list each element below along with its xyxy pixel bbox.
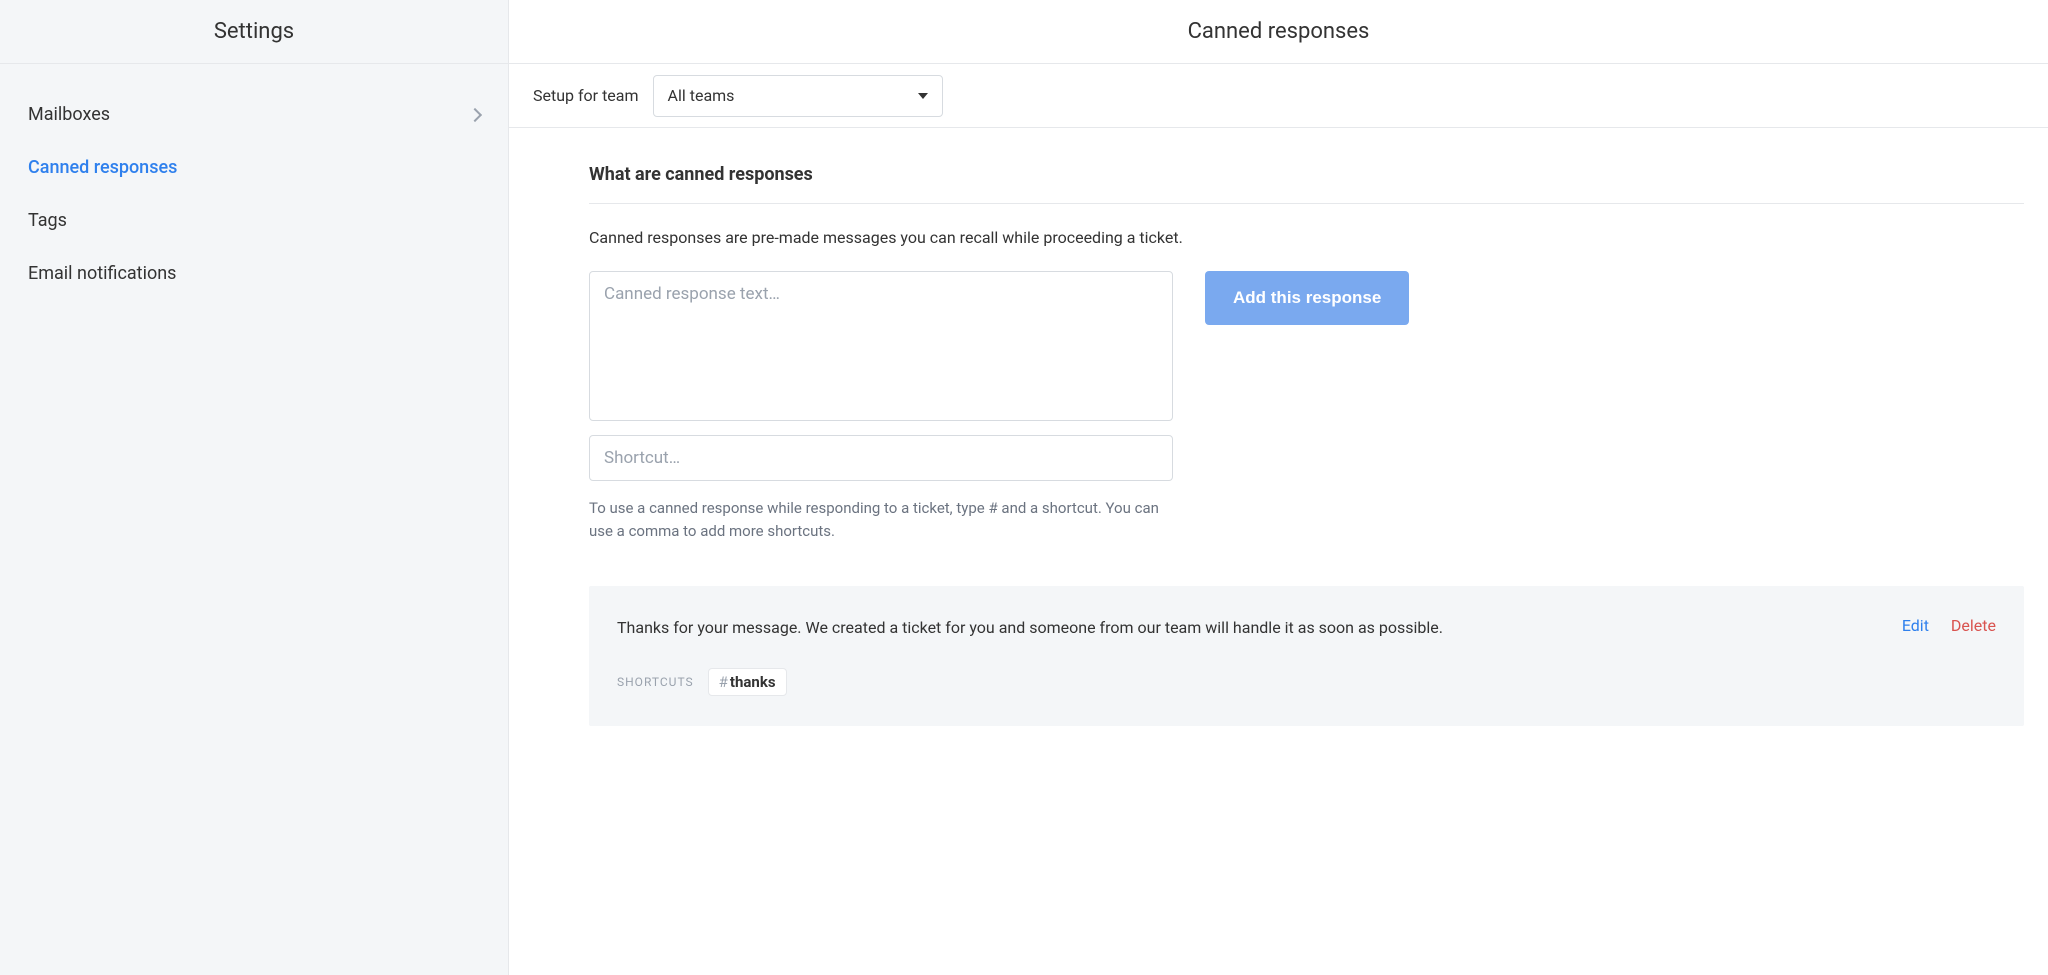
section-description: Canned responses are pre-made messages y… [589, 228, 2024, 247]
sidebar-item-label: Tags [28, 210, 67, 231]
sidebar-nav: Mailboxes Canned responses Tags Email no… [0, 64, 508, 324]
main-header: Canned responses [509, 0, 2048, 64]
existing-response-body: Thanks for your message. We created a ti… [617, 616, 1878, 696]
add-response-button[interactable]: Add this response [1205, 271, 1409, 325]
existing-response-text: Thanks for your message. We created a ti… [617, 616, 1878, 640]
sidebar-item-label: Mailboxes [28, 104, 110, 125]
sidebar-item-tags[interactable]: Tags [0, 194, 508, 247]
caret-down-icon [918, 93, 928, 99]
chevron-right-icon [468, 107, 482, 121]
edit-link[interactable]: Edit [1902, 616, 1929, 635]
section-title: What are canned responses [589, 164, 2024, 204]
settings-sidebar: Settings Mailboxes Canned responses Tags… [0, 0, 509, 975]
sidebar-title: Settings [214, 19, 294, 44]
sidebar-item-label: Email notifications [28, 263, 176, 284]
page-title: Canned responses [1188, 19, 1370, 44]
existing-response-item: Thanks for your message. We created a ti… [589, 586, 2024, 726]
existing-response-actions: Edit Delete [1902, 616, 1996, 635]
team-toolbar: Setup for team All teams [509, 64, 2048, 128]
canned-response-textarea[interactable] [589, 271, 1173, 421]
team-select[interactable]: All teams [653, 75, 943, 117]
shortcut-name: thanks [730, 673, 776, 691]
setup-for-team-label: Setup for team [533, 86, 639, 105]
shortcut-help-text: To use a canned response while respondin… [589, 497, 1173, 542]
existing-responses-list: Thanks for your message. We created a ti… [589, 586, 2024, 726]
team-select-value: All teams [668, 86, 735, 105]
sidebar-header: Settings [0, 0, 508, 64]
shortcuts-row: SHORTCUTS # thanks [617, 668, 1878, 696]
sidebar-item-label: Canned responses [28, 157, 177, 178]
sidebar-item-email-notifications[interactable]: Email notifications [0, 247, 508, 300]
sidebar-item-mailboxes[interactable]: Mailboxes [0, 88, 508, 141]
form-fields: To use a canned response while respondin… [589, 271, 1173, 542]
content-area: What are canned responses Canned respons… [509, 128, 2048, 762]
new-response-form: To use a canned response while respondin… [589, 271, 2024, 542]
hash-icon: # [719, 673, 728, 691]
shortcuts-label: SHORTCUTS [617, 675, 694, 689]
main-panel: Canned responses Setup for team All team… [509, 0, 2048, 975]
sidebar-item-canned-responses[interactable]: Canned responses [0, 141, 508, 194]
delete-link[interactable]: Delete [1951, 616, 1996, 635]
shortcut-input[interactable] [589, 435, 1173, 481]
shortcut-chip: # thanks [708, 668, 787, 696]
